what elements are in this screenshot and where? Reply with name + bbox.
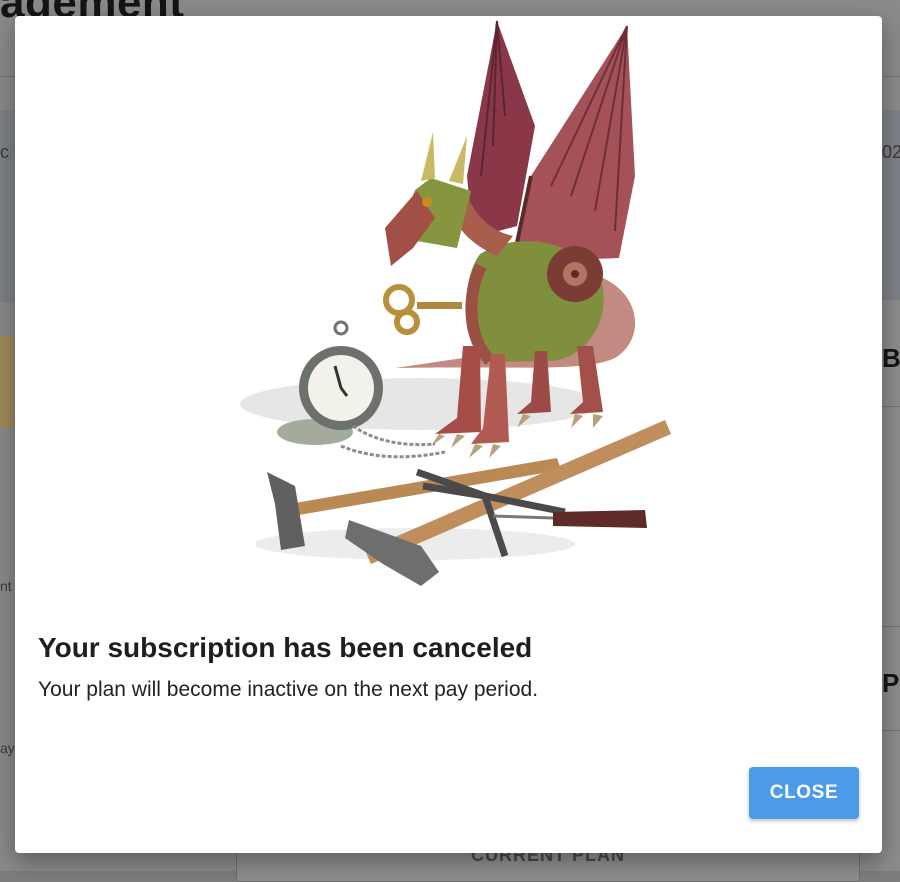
close-button[interactable]: CLOSE xyxy=(749,767,859,819)
windup-key xyxy=(383,284,462,335)
background-heading-fragment: P xyxy=(882,668,900,698)
background-divider xyxy=(882,406,900,407)
cancel-confirmation-dialog: Your subscription has been canceled Your… xyxy=(15,16,882,853)
background-divider xyxy=(882,626,900,627)
background-text-fragment: 02 xyxy=(882,142,900,162)
background-text-fragment: c xyxy=(0,142,9,162)
background-right-column xyxy=(882,300,900,871)
background-divider xyxy=(882,730,900,731)
gear-ornament xyxy=(547,246,603,302)
awl xyxy=(492,510,647,528)
dialog-title: Your subscription has been canceled xyxy=(38,632,533,663)
background-heading-fragment: B xyxy=(882,343,900,373)
current-plan-card: CURRENT PLAN xyxy=(236,845,860,882)
background-text-fragment: nt xyxy=(0,578,12,594)
dialog-message: Your plan will become inactive on the ne… xyxy=(38,678,539,701)
background-text-fragment: ay xyxy=(0,740,15,756)
background-highlight xyxy=(0,336,14,428)
clockwork-dragon-illustration xyxy=(240,20,671,586)
